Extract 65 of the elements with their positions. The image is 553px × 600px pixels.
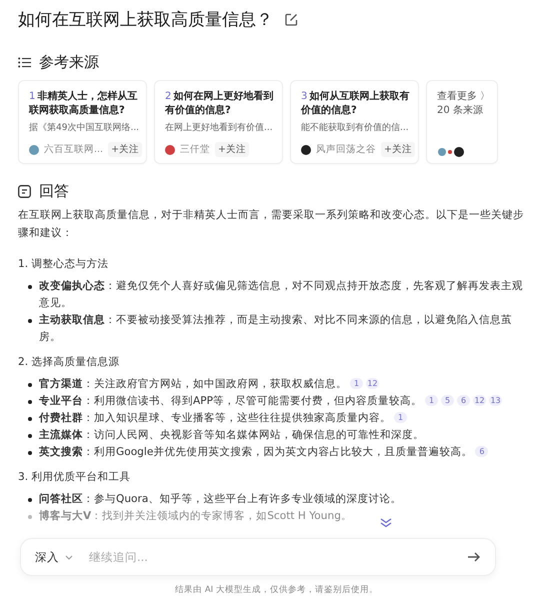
source-count: 20 条来源 (437, 104, 484, 118)
scroll-down-icon[interactable] (380, 518, 392, 528)
bullet-text: 付费社群：加入知识星球、专业播客等，这些往往提供独家高质量内容。 1 (39, 410, 407, 427)
source-card[interactable]: 2 如何在网上更好地看到有价值的信息? 在网上更好地看到有价值... 三仟堂 +关注 (154, 80, 283, 164)
citation-badge[interactable]: 1 (350, 378, 363, 389)
citation-badge[interactable]: 1 (394, 412, 407, 423)
bullet-icon (28, 319, 32, 323)
bullet-icon (28, 434, 32, 438)
bullet-icon (28, 498, 32, 502)
section-heading: 参考来源 (39, 53, 99, 72)
answer-paragraph: 在互联网上获取高质量信息，对于非精英人士而言，需要采取一系列策略和改变心态。以下是一些关键步骤和建议： (18, 208, 525, 241)
citation-badge[interactable]: 12 (473, 395, 486, 406)
follow-button[interactable]: +关注 (381, 142, 415, 157)
bullet-text: 博客与大V：找到并关注领域内的专家博客，如Scott H Young。 (39, 508, 352, 524)
source-title: 3 如何从互联网上获取有价值的信息? (301, 90, 410, 118)
bullet-text: 专业平台：利用微信读书、得到APP等，尽管可能需要付费，但内容质量较高。 1 5 6 12 13 (39, 394, 502, 409)
citation-badge[interactable]: 6 (475, 446, 488, 457)
bullet-icon (28, 515, 32, 519)
citation-badge[interactable]: 12 (366, 378, 379, 389)
source-snippet: 在网上更好地看到有价值... (165, 122, 274, 135)
source-snippet: 据《第49次中国互联网络... (29, 122, 138, 135)
source-title: 2 如何在网上更好地看到有价值的信息? (165, 90, 274, 118)
citation-badge[interactable]: 13 (489, 395, 502, 406)
author-name: 三仟堂 (180, 143, 210, 156)
bullet-text: 改变偏执心态：避免仅凭个人喜好或偏见筛选信息，对不同观点持开放态度，先客观了解再发表主观意见。 (39, 278, 524, 311)
caret-icon (65, 554, 73, 560)
bullet-icon (28, 285, 32, 289)
step-heading: 1. 调整心态与方法 (18, 257, 110, 272)
citation-badge[interactable]: 5 (441, 395, 454, 406)
step-heading: 3. 利用优质平台和工具 (18, 470, 132, 485)
avatar-icon (301, 144, 311, 154)
source-title: 1 非精英人士，怎样从互联网获取高质量信息? (29, 90, 138, 118)
bullet-icon (28, 400, 32, 404)
bullet-icon (28, 383, 32, 387)
bullet-icon (28, 417, 32, 421)
mode-dropdown[interactable]: 深入 (35, 550, 73, 564)
bullet-text: 主流媒体：访问人民网、央视影音等知名媒体网站，确保信息的可靠性和深度。 (39, 428, 424, 443)
edit-icon[interactable] (285, 13, 298, 26)
source-card[interactable]: 3 如何从互联网上获取有价值的信息? 能不能获取到有价值的信... 风声回荡之谷 +关注 (290, 80, 419, 164)
bullet-text: 官方渠道：关注政府官方网站，如中国政府网，获取权威信息。 1 12 (39, 376, 379, 392)
follow-button[interactable]: +关注 (215, 142, 249, 157)
source-snippet: 能不能获取到有价值的信... (301, 122, 410, 135)
send-arrow-icon[interactable] (467, 551, 481, 563)
source-card[interactable]: 1 非精英人士，怎样从互联网获取高质量信息? 据《第49次中国互联网络... 六百互联网... +关注 (18, 80, 147, 164)
avatar-icon (29, 144, 39, 154)
more-link[interactable]: 查看更多 〉 (437, 90, 489, 104)
citation-badge[interactable]: 6 (457, 395, 470, 406)
question-title: 如何在互联网上获取高质量信息？ (18, 9, 273, 31)
avatar-icon (165, 144, 175, 154)
more-sources-card[interactable]: 查看更多 〉 20 条来源 (426, 80, 498, 164)
author-name: 六百互联网... (44, 143, 104, 156)
follow-button[interactable]: +关注 (108, 142, 142, 157)
step-heading: 2. 选择高质量信息源 (18, 355, 120, 370)
follow-up-field[interactable]: 深入 继续追问... (20, 538, 496, 576)
author-name: 风声回荡之谷 (316, 143, 376, 156)
section-heading: 回答 (39, 182, 69, 201)
bullet-icon (28, 451, 32, 455)
bullet-text: 主动获取信息：不要被动接受算法推荐，而是主动搜索、对比不同来源的信息，以避免陷入信息茧房。 (39, 312, 513, 345)
bullet-text: 英文搜索：利用Google并优先使用英文搜索，因为英文内容占比较大，且质量普遍较高。 6 (39, 444, 488, 461)
document-icon (18, 185, 31, 198)
bullet-text: 问答社区：参与Quora、知乎等，这些平台上有许多专业领域的深度讨论。 (39, 492, 402, 507)
avatar-group-icon (437, 147, 465, 157)
citation-badge[interactable]: 1 (425, 395, 438, 406)
disclaimer-text: 结果由 AI 大模型生成，仅供参考，请鉴别后使用。 (174, 584, 379, 596)
list-icon (18, 57, 31, 68)
